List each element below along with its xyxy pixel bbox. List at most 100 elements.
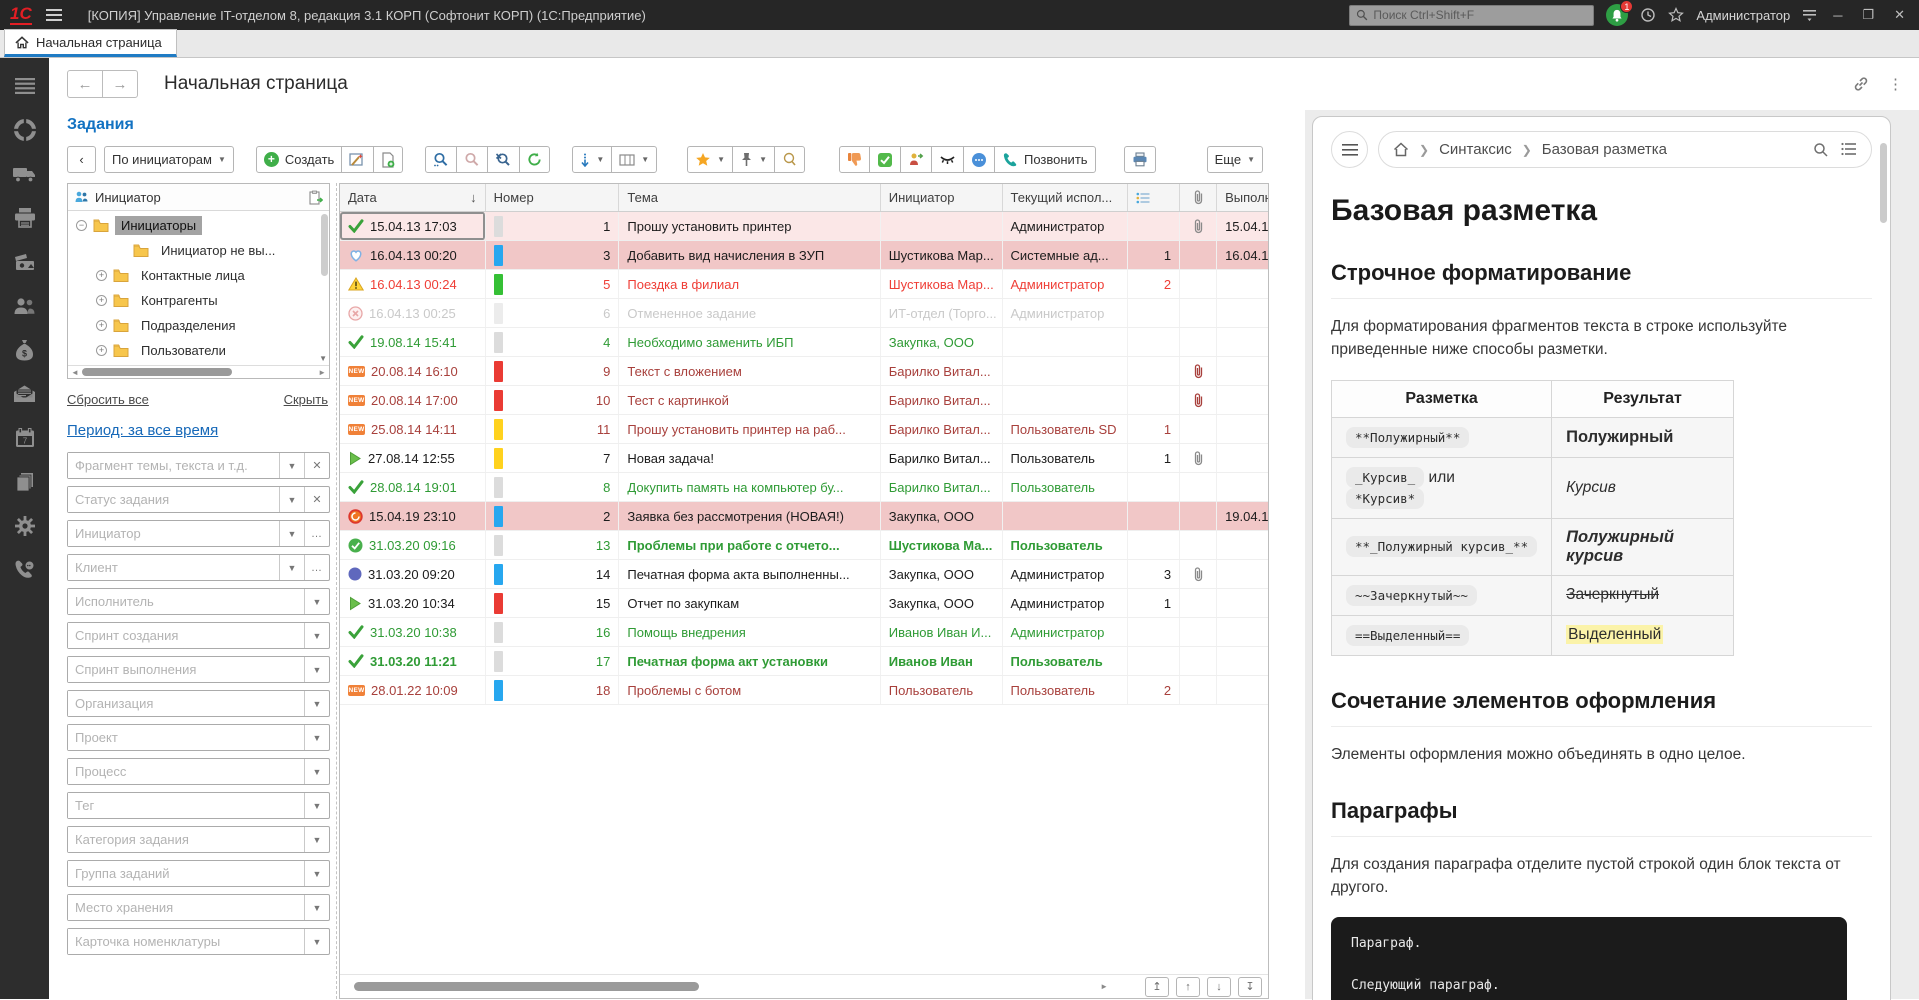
tree-expander-plus-icon[interactable]: + [96, 295, 107, 306]
task-executor-cell[interactable] [1003, 328, 1129, 356]
task-row[interactable]: 16.04.13 00:245Поездка в филиалШустикова… [340, 270, 1268, 299]
task-due-cell[interactable] [1217, 328, 1268, 356]
task-executor-cell[interactable] [1003, 357, 1129, 385]
task-executor-cell[interactable]: Пользователь [1003, 473, 1129, 501]
create-by-template-button[interactable] [341, 146, 374, 173]
task-initiator-cell[interactable]: Шустикова Мар... [881, 270, 1003, 298]
docs-home-icon[interactable] [1393, 142, 1409, 157]
columns-dropdown[interactable]: ▼ [611, 146, 657, 173]
sidebar-section-media[interactable] [5, 242, 45, 282]
task-row[interactable]: 31.03.20 11:2117Печатная форма акт устан… [340, 647, 1268, 676]
task-executor-cell[interactable]: Администратор [1003, 589, 1129, 617]
task-due-cell[interactable] [1217, 299, 1268, 327]
task-attachment-cell[interactable] [1180, 676, 1217, 704]
task-theme-cell[interactable]: Новая задача! [619, 444, 880, 472]
task-date-cell[interactable]: 27.08.14 12:55 [340, 444, 486, 472]
filter-input[interactable] [68, 623, 304, 648]
task-count-cell[interactable] [1128, 647, 1180, 675]
sidebar-section-settings[interactable] [5, 506, 45, 546]
dislike-button[interactable] [839, 146, 870, 173]
task-theme-cell[interactable]: Необходимо заменить ИБП [619, 328, 880, 356]
task-initiator-cell[interactable] [881, 212, 1003, 240]
filter-input[interactable] [68, 521, 279, 546]
close-button[interactable]: ✕ [1890, 7, 1909, 23]
tree-horizontal-scrollbar[interactable]: ◄► [68, 365, 329, 378]
task-date-cell[interactable]: 19.08.14 15:41 [340, 328, 486, 356]
task-due-cell[interactable] [1217, 415, 1268, 443]
docs-scrollbar[interactable] [1880, 143, 1887, 223]
field-more-icon[interactable]: … [304, 555, 329, 580]
field-dropdown-icon[interactable]: ▼ [279, 487, 304, 512]
task-count-cell[interactable]: 1 [1128, 241, 1180, 269]
task-row[interactable]: 31.03.20 10:3415Отчет по закупкамЗакупка… [340, 589, 1268, 618]
task-executor-cell[interactable]: Администратор [1003, 270, 1129, 298]
pin-dropdown[interactable]: ▼ [732, 146, 775, 173]
task-number-cell[interactable]: 8 [486, 473, 620, 501]
col-header-number[interactable]: Номер [486, 184, 620, 211]
task-number-cell[interactable]: 4 [486, 328, 620, 356]
task-date-cell[interactable]: NEW28.01.22 10:09 [340, 676, 486, 704]
task-attachment-cell[interactable] [1180, 502, 1217, 530]
task-due-cell[interactable] [1217, 270, 1268, 298]
current-user-label[interactable]: Администратор [1696, 8, 1790, 23]
kebab-menu-icon[interactable]: ⋮ [1888, 75, 1903, 93]
tree-expander-plus-icon[interactable]: + [96, 270, 107, 281]
find-button[interactable] [425, 146, 457, 173]
tree-expander-plus-icon[interactable]: + [96, 345, 107, 356]
task-count-cell[interactable] [1128, 328, 1180, 356]
task-executor-cell[interactable]: Администратор [1003, 618, 1129, 646]
task-attachment-cell[interactable] [1180, 328, 1217, 356]
tree-item[interactable]: −Инициаторы [68, 213, 329, 238]
task-row[interactable]: NEW25.08.14 14:1111Прошу установить прин… [340, 415, 1268, 444]
task-date-cell[interactable]: NEW20.08.14 16:10 [340, 357, 486, 385]
field-clear-icon[interactable]: ✕ [304, 487, 329, 512]
find-by-value-button[interactable] [456, 146, 488, 173]
pick-list-icon[interactable] [308, 190, 323, 205]
task-theme-cell[interactable]: Печатная форма акта выполненны... [619, 560, 880, 588]
task-executor-cell[interactable]: Пользователь [1003, 647, 1129, 675]
col-header-count[interactable] [1128, 184, 1180, 211]
task-number-cell[interactable]: 16 [486, 618, 620, 646]
col-header-date[interactable]: Дата↓ [340, 184, 486, 211]
field-dropdown-icon[interactable]: ▼ [304, 589, 329, 614]
field-dropdown-icon[interactable]: ▼ [304, 861, 329, 886]
go-last-button[interactable]: ↧ [1238, 977, 1262, 997]
task-date-cell[interactable]: 31.03.20 09:16 [340, 531, 486, 559]
filter-input[interactable] [68, 725, 304, 750]
task-row[interactable]: 31.03.20 09:2014Печатная форма акта выпо… [340, 560, 1268, 589]
task-date-cell[interactable]: 31.03.20 10:34 [340, 589, 486, 617]
task-number-cell[interactable]: 1 [486, 212, 620, 240]
task-initiator-cell[interactable]: Барилко Витал... [881, 357, 1003, 385]
filter-input[interactable] [68, 555, 279, 580]
task-theme-cell[interactable]: Докупить память на компьютер бу... [619, 473, 880, 501]
preview-lens-button[interactable] [774, 146, 805, 173]
task-number-cell[interactable]: 9 [486, 357, 620, 385]
task-executor-cell[interactable]: Пользователь SD [1003, 415, 1129, 443]
task-date-cell[interactable]: NEW25.08.14 14:11 [340, 415, 486, 443]
task-initiator-cell[interactable]: Иванов Иван И... [881, 618, 1003, 646]
task-attachment-cell[interactable] [1180, 589, 1217, 617]
task-count-cell[interactable] [1128, 473, 1180, 501]
task-due-cell[interactable] [1217, 531, 1268, 559]
filter-input[interactable] [68, 895, 304, 920]
field-dropdown-icon[interactable]: ▼ [304, 793, 329, 818]
history-icon[interactable] [1640, 7, 1656, 23]
tree-vertical-scrollbar[interactable] [319, 212, 328, 364]
task-executor-cell[interactable]: Пользователь [1003, 531, 1129, 559]
task-number-cell[interactable]: 13 [486, 531, 620, 559]
task-count-cell[interactable] [1128, 618, 1180, 646]
user-menu-icon[interactable] [1802, 8, 1817, 22]
field-dropdown-icon[interactable]: ▼ [304, 929, 329, 954]
sidebar-section-printer[interactable] [5, 198, 45, 238]
task-row[interactable]: 16.04.13 00:203Добавить вид начисления в… [340, 241, 1268, 270]
favorites-dropdown[interactable]: ▼ [687, 146, 733, 173]
task-due-cell[interactable] [1217, 357, 1268, 385]
task-attachment-cell[interactable] [1180, 270, 1217, 298]
tree-item[interactable]: +Контрагенты [68, 288, 329, 313]
field-dropdown-icon[interactable]: ▼ [304, 827, 329, 852]
docs-menu-button[interactable] [1331, 131, 1368, 168]
filter-input[interactable] [68, 453, 279, 478]
task-attachment-cell[interactable] [1180, 386, 1217, 414]
restore-button[interactable]: ❐ [1858, 7, 1878, 23]
task-executor-cell[interactable]: Пользователь [1003, 676, 1129, 704]
